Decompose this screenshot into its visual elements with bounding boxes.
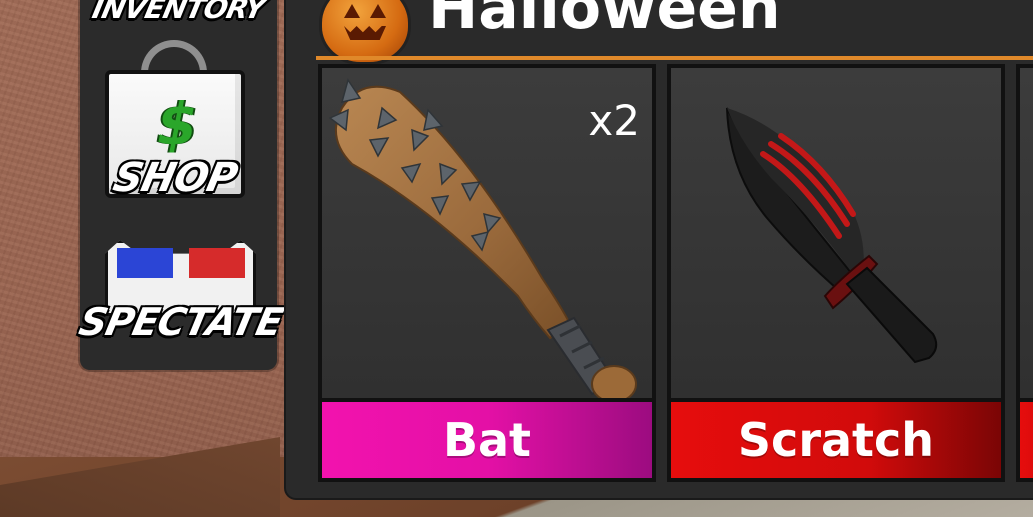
shop-label[interactable]: SHOP [75,155,275,201]
item-slot-partial[interactable] [1016,64,1033,482]
item-name-bar [1020,398,1033,478]
blue-lens [117,248,173,278]
halloween-inventory-panel: Halloween x2 Bat Scratch [286,0,1033,498]
item-slot-scratch[interactable]: Scratch [667,64,1005,482]
item-name: Bat [442,413,532,467]
pumpkin-icon [322,0,408,62]
item-slot-bat[interactable]: x2 Bat [318,64,656,482]
item-name-bar: Scratch [671,398,1001,478]
header-divider [316,56,1033,60]
panel-header: Halloween [286,0,1033,62]
pumpkin-eye-left [344,4,360,18]
red-lens [189,248,245,278]
knife-icon [726,107,938,364]
item-count: x2 [588,96,640,145]
dollar-icon: $ [157,90,198,158]
panel-title: Halloween [428,0,781,43]
pumpkin-mouth [344,26,386,40]
item-name-bar: Bat [322,398,652,478]
spectate-label[interactable]: SPECTATE [75,300,286,344]
inventory-label[interactable]: INVENTORY [76,0,280,25]
pumpkin-eye-right [370,4,386,18]
item-name: Scratch [737,413,935,467]
